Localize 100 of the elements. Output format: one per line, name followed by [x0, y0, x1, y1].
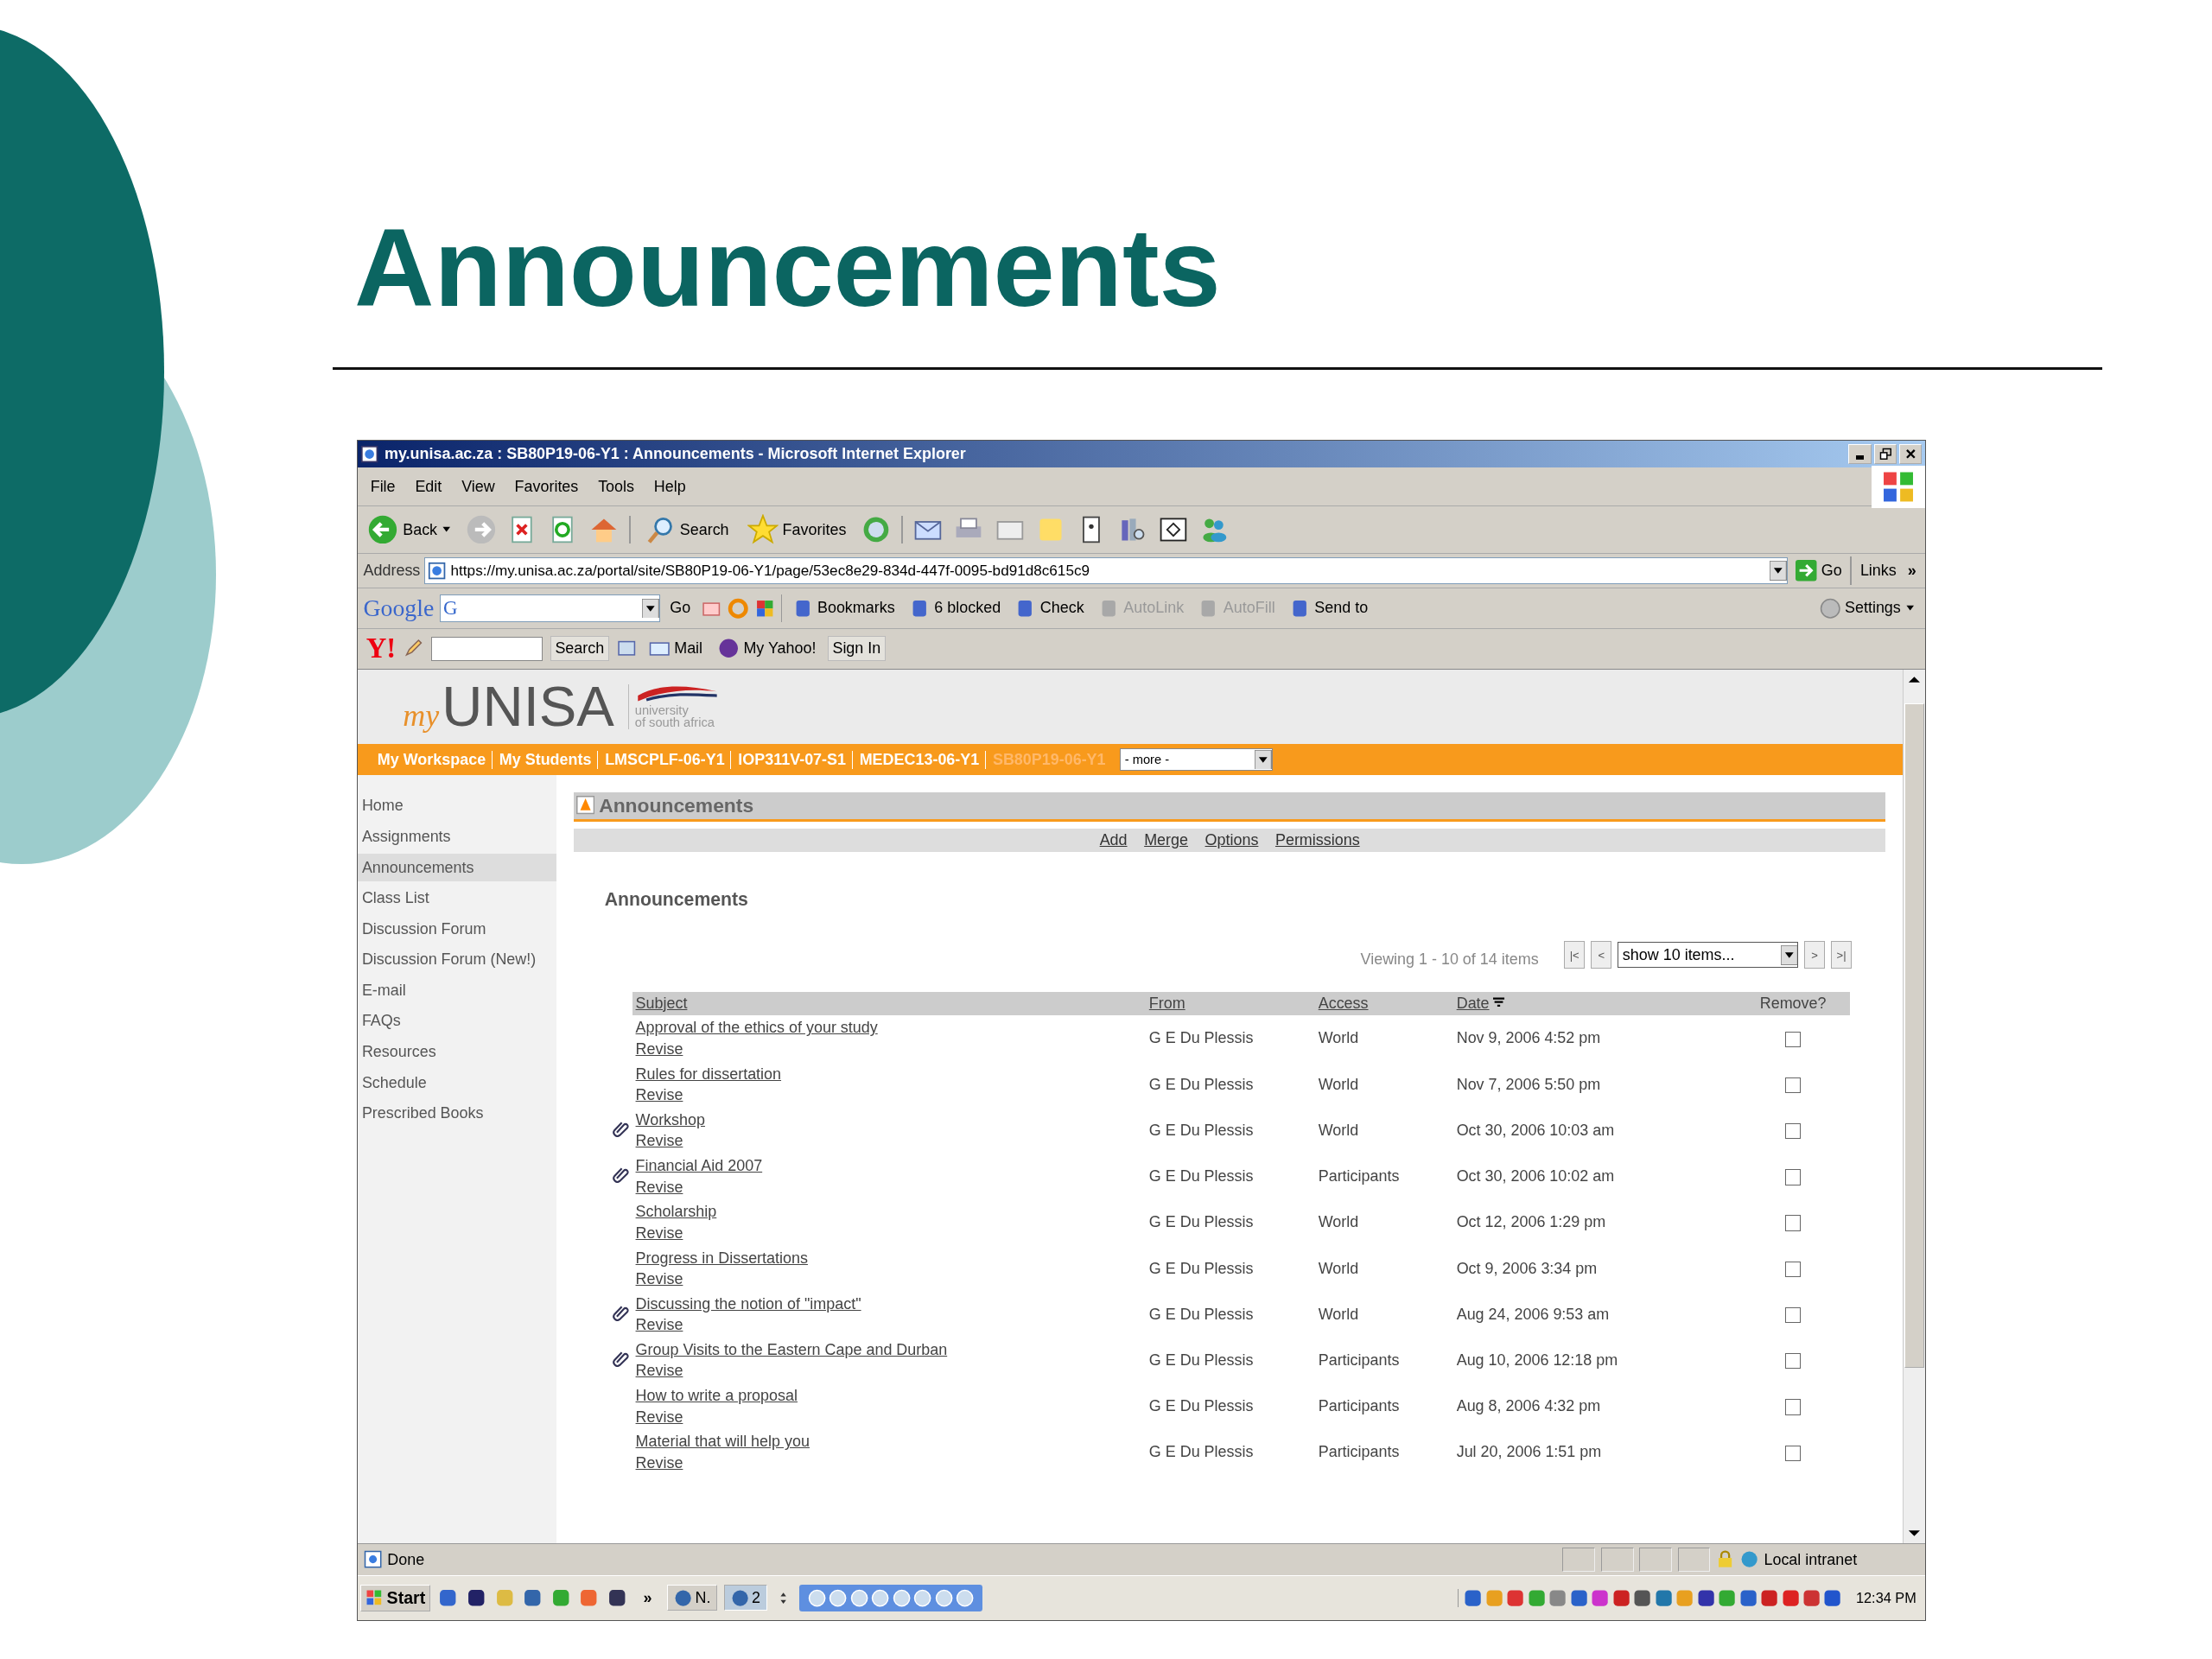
media-control-icon[interactable]: [913, 1588, 932, 1607]
sidebar-item[interactable]: Discussion Forum: [358, 914, 557, 944]
sign-in-button[interactable]: Sign In: [827, 635, 887, 662]
my-yahoo-button[interactable]: My Yahoo!: [714, 638, 821, 659]
go-button[interactable]: Go: [1791, 560, 1847, 582]
revise-link[interactable]: Revise: [635, 1406, 683, 1428]
tray-icon[interactable]: [1823, 1588, 1842, 1607]
tray-icon[interactable]: [1611, 1588, 1630, 1607]
remove-checkbox[interactable]: [1785, 1306, 1802, 1324]
menu-item[interactable]: Tools: [591, 477, 642, 496]
media-control-icon[interactable]: [849, 1588, 868, 1607]
remove-checkbox[interactable]: [1785, 1215, 1802, 1231]
media-control-icon[interactable]: [807, 1588, 827, 1607]
remove-checkbox[interactable]: [1785, 1261, 1802, 1277]
dropdown-arrow-icon[interactable]: [1770, 561, 1787, 581]
yahoo-search-field[interactable]: [431, 636, 543, 661]
media-control-icon[interactable]: [956, 1588, 975, 1607]
menu-item[interactable]: File: [363, 477, 403, 496]
announcement-link[interactable]: Financial Aid 2007: [635, 1155, 763, 1177]
sidebar-item[interactable]: Class List: [358, 884, 557, 912]
announcement-link[interactable]: Discussing the notion of "impact": [635, 1293, 861, 1315]
remove-checkbox[interactable]: [1785, 1123, 1802, 1140]
sidebar-item[interactable]: E-mail: [358, 976, 557, 1005]
sidebar-item[interactable]: Resources: [358, 1038, 557, 1066]
page-size-dropdown[interactable]: show 10 items...: [1617, 942, 1799, 968]
more-sites-dropdown[interactable]: - more -: [1119, 747, 1273, 772]
remove-checkbox[interactable]: [1785, 1399, 1802, 1415]
revise-link[interactable]: Revise: [635, 1452, 683, 1474]
sidebar-item[interactable]: Schedule: [358, 1068, 557, 1097]
announcement-link[interactable]: Approval of the ethics of your study: [635, 1017, 878, 1039]
revise-link[interactable]: Revise: [635, 1268, 683, 1290]
google-toolbar-button[interactable]: Send to: [1285, 597, 1373, 620]
revise-link[interactable]: Revise: [635, 1130, 683, 1152]
announcement-link[interactable]: How to write a proposal: [635, 1385, 798, 1407]
scrollbar[interactable]: [1903, 669, 1925, 1544]
remove-checkbox[interactable]: [1785, 1169, 1802, 1185]
remove-checkbox[interactable]: [1785, 1031, 1802, 1047]
links-button[interactable]: Links: [1856, 562, 1901, 581]
remove-checkbox[interactable]: [1785, 1077, 1802, 1094]
announcement-link[interactable]: Rules for dissertation: [635, 1063, 782, 1085]
sidebar-item[interactable]: Prescribed Books: [358, 1099, 557, 1128]
column-header[interactable]: Subject: [632, 991, 1147, 1016]
first-page-button[interactable]: |<: [1563, 940, 1586, 969]
media-player-bar[interactable]: [799, 1584, 983, 1611]
tray-icon[interactable]: [1738, 1588, 1758, 1607]
sidebar-item[interactable]: FAQs: [358, 1007, 557, 1036]
column-header[interactable]: Date: [1453, 991, 1736, 1016]
next-page-button[interactable]: >: [1803, 940, 1826, 969]
column-header[interactable]: From: [1146, 991, 1316, 1016]
revise-link[interactable]: Revise: [635, 1222, 683, 1244]
menu-item[interactable]: View: [454, 477, 502, 496]
remove-checkbox[interactable]: [1785, 1353, 1802, 1370]
settings-button[interactable]: Settings: [1815, 597, 1920, 620]
google-toolbar-button[interactable]: Bookmarks: [787, 597, 899, 620]
taskbar-button[interactable]: 2: [724, 1585, 767, 1611]
revise-link[interactable]: Revise: [635, 1084, 683, 1106]
previous-page-button[interactable]: <: [1590, 940, 1612, 969]
google-toolbar-button[interactable]: 6 blocked: [905, 597, 1006, 620]
dropdown-arrow-icon[interactable]: [642, 598, 659, 619]
tray-icon[interactable]: [1802, 1588, 1821, 1607]
google-toolbar-button[interactable]: Check: [1010, 597, 1089, 620]
google-search-field[interactable]: G: [439, 594, 660, 622]
start-button[interactable]: Start: [360, 1584, 431, 1611]
tray-icon[interactable]: [1591, 1588, 1610, 1607]
column-header[interactable]: Access: [1315, 991, 1454, 1016]
search-button[interactable]: Search: [640, 514, 734, 545]
action-link[interactable]: Add: [1099, 831, 1128, 850]
tray-icon[interactable]: [1464, 1588, 1483, 1607]
announcement-link[interactable]: Workshop: [635, 1109, 705, 1131]
action-link[interactable]: Permissions: [1274, 831, 1360, 850]
menu-item[interactable]: Help: [646, 477, 693, 496]
back-button[interactable]: Back: [363, 514, 456, 545]
action-link[interactable]: Options: [1205, 831, 1259, 850]
google-go-button[interactable]: Go: [665, 599, 696, 618]
scroll-thumb[interactable]: [1904, 702, 1924, 1369]
sidebar-item[interactable]: Assignments: [358, 823, 557, 851]
tray-icon[interactable]: [1696, 1588, 1715, 1607]
tray-icon[interactable]: [1654, 1588, 1673, 1607]
revise-link[interactable]: Revise: [635, 1038, 683, 1060]
tray-icon[interactable]: [1506, 1588, 1525, 1607]
favorites-button[interactable]: Favorites: [742, 514, 851, 545]
chevron[interactable]: »: [1904, 562, 1920, 581]
mail-button[interactable]: Mail: [644, 638, 707, 659]
revise-link[interactable]: Revise: [635, 1360, 683, 1382]
sidebar-item[interactable]: Home: [358, 791, 557, 821]
address-field[interactable]: https://my.unisa.ac.za/portal/site/SB80P19-06-Y1/page/53ec8e29-834d-447f-0095-bd91d8c615c9: [424, 556, 1788, 585]
tray-icon[interactable]: [1760, 1588, 1779, 1607]
media-control-icon[interactable]: [892, 1588, 911, 1607]
restore-button[interactable]: [1873, 444, 1897, 464]
close-button[interactable]: [1899, 444, 1923, 464]
media-control-icon[interactable]: [829, 1588, 848, 1607]
remove-checkbox[interactable]: [1785, 1445, 1802, 1461]
last-page-button[interactable]: >|: [1830, 940, 1853, 969]
media-control-icon[interactable]: [934, 1588, 953, 1607]
announcement-link[interactable]: Progress in Dissertations: [635, 1247, 808, 1269]
taskbar-button[interactable]: N.: [667, 1585, 717, 1611]
tray-icon[interactable]: [1633, 1588, 1652, 1607]
action-link[interactable]: Merge: [1144, 831, 1188, 850]
sidebar-item[interactable]: Announcements: [358, 853, 557, 882]
announcement-link[interactable]: Group Visits to the Eastern Cape and Durban: [635, 1339, 948, 1361]
